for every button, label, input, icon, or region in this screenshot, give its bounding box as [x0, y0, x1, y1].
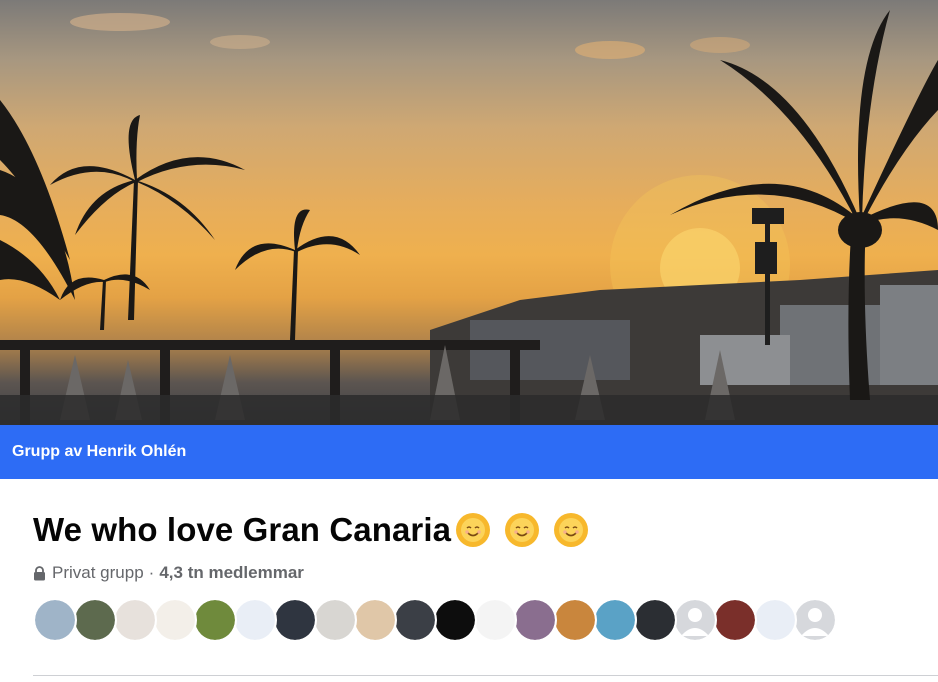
avatar-image [435, 600, 475, 640]
member-avatar[interactable] [473, 598, 517, 642]
default-avatar-icon [801, 608, 829, 636]
member-avatar[interactable] [753, 598, 797, 642]
divider [33, 675, 938, 676]
avatar-image [715, 600, 755, 640]
member-avatar[interactable] [353, 598, 397, 642]
member-avatar[interactable] [33, 598, 77, 642]
avatar-image [555, 600, 595, 640]
member-avatar[interactable] [553, 598, 597, 642]
default-avatar-icon [681, 608, 709, 636]
member-avatar[interactable] [73, 598, 117, 642]
member-avatar[interactable] [313, 598, 357, 642]
member-count-link[interactable]: 4,3 tn medlemmar [159, 563, 304, 583]
group-name: We who love Gran Canaria [33, 511, 452, 548]
avatar-image [595, 600, 635, 640]
privacy-label[interactable]: Privat grupp [52, 563, 144, 583]
avatar-image [755, 600, 795, 640]
meta-separator: · [148, 563, 155, 582]
member-avatars-row [33, 598, 837, 642]
member-avatar[interactable] [513, 598, 557, 642]
avatar-image [115, 600, 155, 640]
sunset-palms-image [0, 10, 938, 425]
avatar-image [75, 600, 115, 640]
group-title: We who love Gran Canaria [33, 506, 589, 554]
member-avatar[interactable] [233, 598, 277, 642]
member-avatar[interactable] [793, 598, 837, 642]
avatar-image [675, 600, 715, 640]
lock-icon [34, 565, 45, 580]
avatar-image [355, 600, 395, 640]
avatar-image [315, 600, 355, 640]
member-avatar[interactable] [393, 598, 437, 642]
member-avatar[interactable] [673, 598, 717, 642]
avatar-image [235, 600, 275, 640]
avatar-image [35, 600, 75, 640]
group-owner-banner[interactable]: Grupp av Henrik Ohlén [0, 425, 938, 479]
member-avatar[interactable] [113, 598, 157, 642]
member-avatar[interactable] [433, 598, 477, 642]
avatar-image [795, 600, 835, 640]
avatar-image [195, 600, 235, 640]
cover-photo[interactable] [0, 0, 938, 425]
smiling-sun-icon [554, 513, 589, 547]
avatar-image [395, 600, 435, 640]
member-avatar[interactable] [593, 598, 637, 642]
group-meta: Privat grupp · 4,3 tn medlemmar [33, 562, 304, 584]
member-avatar[interactable] [273, 598, 317, 642]
member-avatar[interactable] [153, 598, 197, 642]
member-avatar[interactable] [713, 598, 757, 642]
avatar-image [515, 600, 555, 640]
avatar-image [635, 600, 675, 640]
avatar-image [275, 600, 315, 640]
member-avatar[interactable] [633, 598, 677, 642]
avatar-image [155, 600, 195, 640]
smiling-sun-icon [456, 513, 491, 547]
smiling-sun-icon [505, 513, 540, 547]
avatar-image [475, 600, 515, 640]
group-owner-label[interactable]: Grupp av Henrik Ohlén [12, 443, 186, 461]
member-avatar[interactable] [193, 598, 237, 642]
